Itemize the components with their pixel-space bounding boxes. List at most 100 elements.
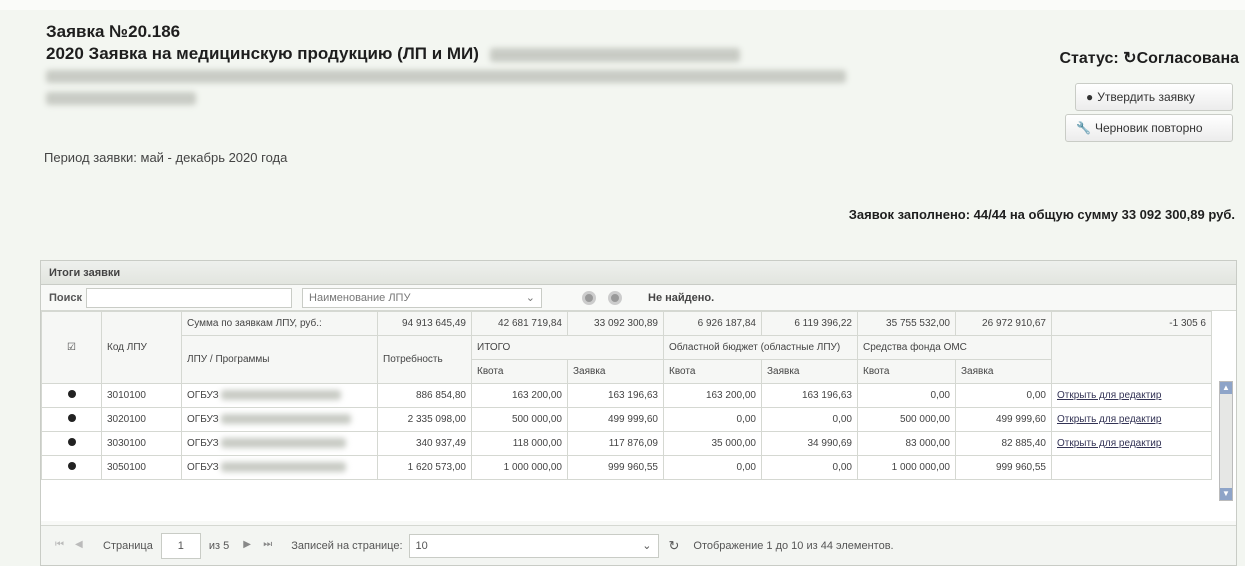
top-bar — [0, 0, 1245, 10]
filter-select[interactable]: Наименование ЛПУ ⌄ — [302, 287, 543, 308]
display-info: Отображение 1 до 10 из 44 элементов. — [693, 539, 894, 552]
row-status-dot — [67, 390, 76, 398]
search-input[interactable] — [86, 287, 293, 308]
table-row[interactable]: 3050100 ОГБУЗ 1 620 573,00 1 000 000,00 … — [41, 455, 1212, 480]
row-regional-request: 0,00 — [761, 455, 858, 480]
row-total-request: 499 999,60 — [567, 407, 664, 432]
prev-page-icon[interactable]: ◀ — [75, 539, 89, 553]
row-regional-quota: 163 200,00 — [663, 383, 762, 408]
totals-table: ☑ Код ЛПУ Сумма по заявкам ЛПУ, руб.: 94… — [41, 311, 1212, 480]
sum-row: ☑ Код ЛПУ Сумма по заявкам ЛПУ, руб.: 94… — [41, 311, 1212, 384]
group-header-row: ЛПУ / Программы Потребность ИТОГО Област… — [42, 335, 1212, 384]
sub-request-header[interactable]: Заявка — [955, 359, 1052, 384]
col-lpu-header[interactable]: ЛПУ / Программы — [181, 335, 378, 384]
last-page-icon[interactable]: ⏭ — [263, 539, 277, 553]
search-settings-icon[interactable] — [582, 290, 597, 305]
col-code-header[interactable]: Код ЛПУ — [101, 311, 182, 384]
request-title-text: 2020 Заявка на медицинскую продукцию (ЛП… — [46, 44, 479, 63]
row-lpu: ОГБУЗ — [181, 431, 378, 456]
row-total-request: 999 960,55 — [567, 455, 664, 480]
redacted-line-2 — [46, 92, 196, 105]
row-need: 2 335 098,00 — [377, 407, 472, 432]
row-total-quota: 1 000 000,00 — [471, 455, 568, 480]
row-total-quota: 118 000,00 — [471, 431, 568, 456]
group-regional-header: Областной бюджет (областные ЛПУ) — [663, 335, 858, 360]
row-total-quota: 500 000,00 — [471, 407, 568, 432]
row-status-dot — [67, 438, 76, 446]
table-row[interactable]: 3030100 ОГБУЗ 340 937,49 118 000,00 117 … — [41, 431, 1212, 456]
sub-quota-header[interactable]: Квота — [857, 359, 956, 384]
sum-extra: -1 305 6 — [1051, 311, 1212, 336]
row-lpu: ОГБУЗ — [181, 455, 378, 480]
row-oms-request: 0,00 — [955, 383, 1052, 408]
row-need: 1 620 573,00 — [377, 455, 472, 480]
scroll-down-icon[interactable]: ▼ — [1220, 488, 1232, 500]
row-total-request: 117 876,09 — [567, 431, 664, 456]
sum-need: 94 913 645,49 — [377, 311, 472, 336]
grid-toolbar: Поиск Наименование ЛПУ ⌄ Не найдено. — [41, 285, 1236, 311]
sum-oms-request: 26 972 910,67 — [955, 311, 1052, 336]
open-for-edit-link[interactable]: Открыть для редактир — [1051, 407, 1212, 432]
table-row[interactable]: 3020100 ОГБУЗ 2 335 098,00 500 000,00 49… — [41, 407, 1212, 432]
sub-quota-header[interactable]: Квота — [663, 359, 762, 384]
row-code: 3050100 — [101, 455, 182, 480]
request-period: Период заявки: май - декабрь 2020 года — [44, 150, 288, 165]
filter-select-value: Наименование ЛПУ — [309, 291, 411, 304]
open-for-edit-link[interactable]: Открыть для редактир — [1051, 383, 1212, 408]
bullet-icon: ● — [1086, 90, 1094, 104]
reset-search-icon[interactable] — [608, 290, 623, 305]
sub-quota-header[interactable]: Квота — [471, 359, 568, 384]
row-status-dot — [67, 414, 76, 422]
row-lpu-name: ОГБУЗ — [187, 414, 219, 425]
row-oms-request: 499 999,60 — [955, 407, 1052, 432]
first-page-icon[interactable]: ⏮ — [55, 539, 69, 553]
group-total-header: ИТОГО — [471, 335, 664, 360]
scroll-up-icon[interactable]: ▲ — [1220, 382, 1232, 394]
redacted-text — [489, 47, 740, 62]
page-label: Страница — [103, 539, 153, 552]
request-number: Заявка №20.186 — [46, 22, 181, 41]
sum-regional-quota: 6 926 187,84 — [663, 311, 762, 336]
row-regional-request: 34 990,69 — [761, 431, 858, 456]
col-need-header[interactable]: Потребность — [377, 335, 472, 384]
redacted-line-1 — [46, 70, 846, 84]
row-oms-request: 999 960,55 — [955, 455, 1052, 480]
approve-request-button[interactable]: ● Утвердить заявку — [1075, 83, 1233, 111]
refresh-icon[interactable]: ↻ — [669, 538, 680, 554]
table-row[interactable]: 3010100 ОГБУЗ 886 854,80 163 200,00 163 … — [41, 383, 1212, 408]
row-regional-request: 0,00 — [761, 407, 858, 432]
row-total-request: 163 196,63 — [567, 383, 664, 408]
next-page-icon[interactable]: ▶ — [243, 539, 257, 553]
totals-panel: Итоги заявки Поиск Наименование ЛПУ ⌄ Не… — [40, 260, 1237, 566]
panel-title: Итоги заявки — [41, 261, 1236, 285]
totals-grid: ☑ Код ЛПУ Сумма по заявкам ЛПУ, руб.: 94… — [41, 311, 1236, 521]
request-status: Статус: ↻Согласована — [1059, 50, 1239, 67]
open-for-edit-link[interactable]: Открыть для редактир — [1051, 431, 1212, 456]
row-oms-quota: 83 000,00 — [857, 431, 956, 456]
redacted-lpu — [221, 462, 347, 473]
redacted-lpu — [221, 438, 347, 449]
row-lpu: ОГБУЗ — [181, 407, 378, 432]
approve-label: Утвердить заявку — [1097, 90, 1195, 104]
sum-total-request: 33 092 300,89 — [567, 311, 664, 336]
draft-label: Черновик повторно — [1094, 121, 1203, 135]
row-lpu-name: ОГБУЗ — [187, 390, 219, 401]
group-oms-header: Средства фонда ОМС — [857, 335, 1052, 360]
open-for-edit-link[interactable] — [1051, 455, 1212, 480]
select-all-icon[interactable]: ☑ — [41, 311, 102, 384]
per-page-value: 10 — [415, 539, 428, 552]
row-code: 3020100 — [101, 407, 182, 432]
sub-request-header[interactable]: Заявка — [567, 359, 664, 384]
row-regional-quota: 0,00 — [663, 455, 762, 480]
row-code: 3010100 — [101, 383, 182, 408]
vertical-scrollbar[interactable]: ▲ ▼ — [1219, 381, 1233, 501]
row-need: 886 854,80 — [377, 383, 472, 408]
draft-again-button[interactable]: 🔧 Черновик повторно — [1065, 114, 1233, 142]
page-number-input[interactable]: 1 — [160, 532, 201, 559]
requests-filled-summary: Заявок заполнено: 44/44 на общую сумму 3… — [848, 207, 1235, 222]
row-regional-quota: 35 000,00 — [663, 431, 762, 456]
sum-oms-quota: 35 755 532,00 — [857, 311, 956, 336]
sub-request-header[interactable]: Заявка — [761, 359, 858, 384]
sum-regional-request: 6 119 396,22 — [761, 311, 858, 336]
per-page-select[interactable]: 10 ⌄ — [408, 533, 659, 558]
